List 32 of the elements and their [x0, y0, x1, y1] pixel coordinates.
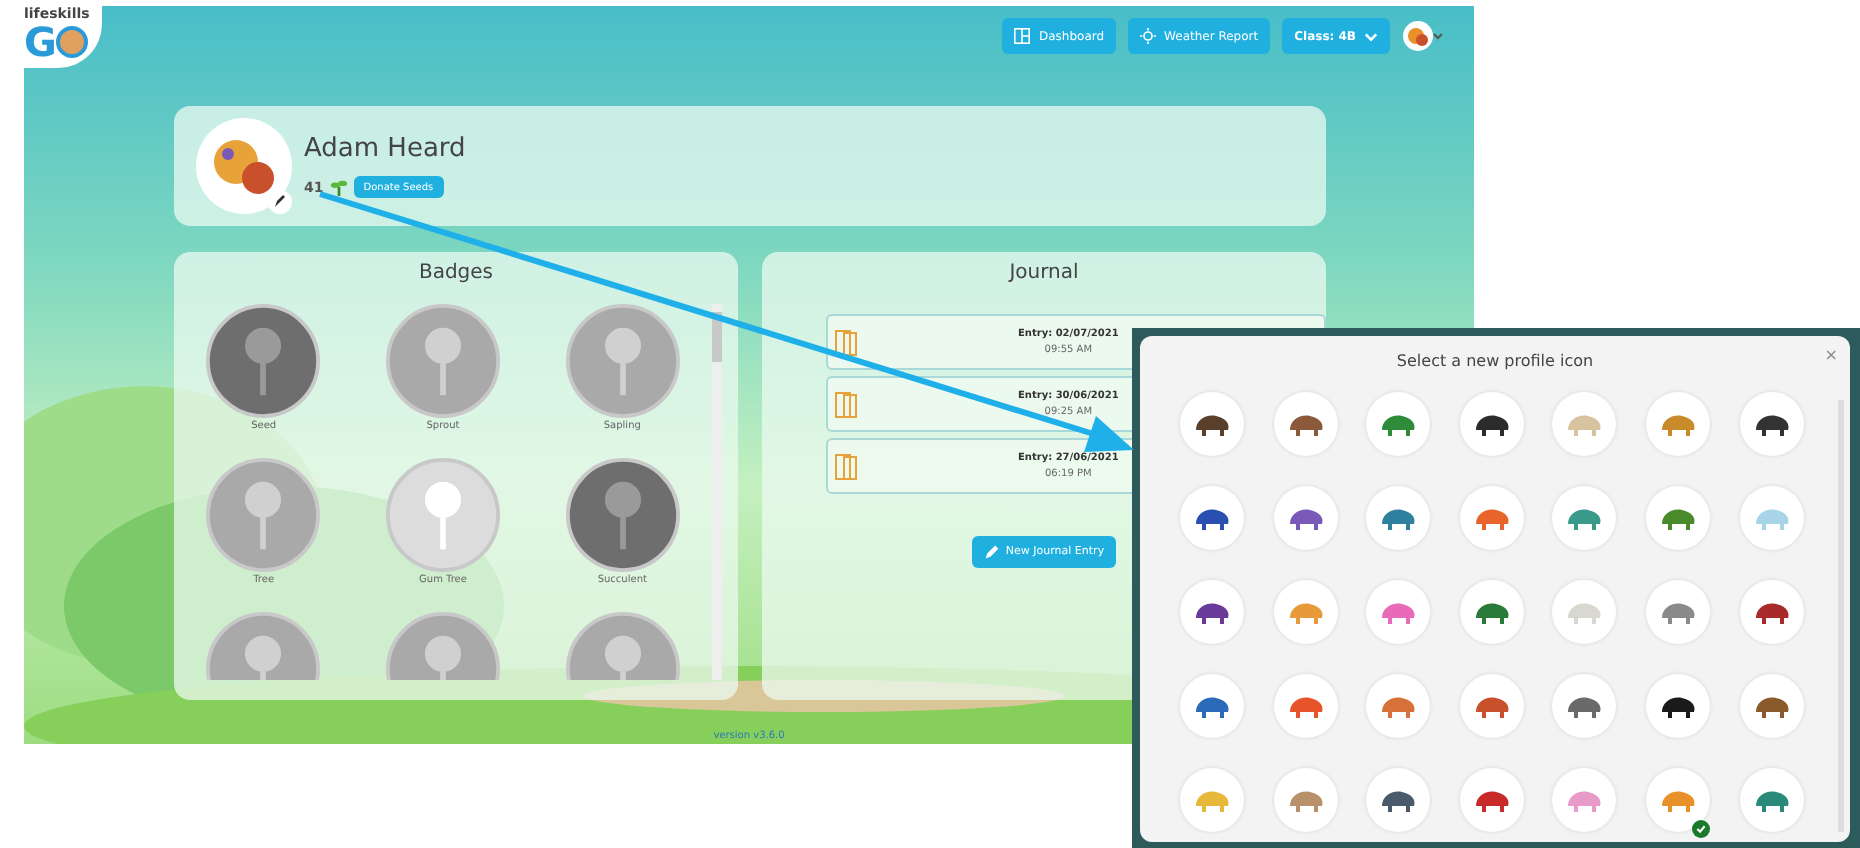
- profile-icon-option[interactable]: [1739, 392, 1804, 456]
- caret-icon: [1364, 31, 1378, 41]
- sprout-icon: [329, 178, 348, 196]
- profile-icon-option[interactable]: [1739, 580, 1804, 644]
- scrollbar[interactable]: [712, 304, 722, 680]
- profile-icon-option[interactable]: [1459, 392, 1524, 456]
- avatar-icon[interactable]: [1402, 20, 1442, 52]
- book-icon: [834, 389, 858, 419]
- profile-icon-option[interactable]: [1366, 768, 1431, 832]
- badge-medal: [206, 458, 321, 572]
- profile-avatar[interactable]: [196, 118, 292, 214]
- dialog-title: Select a new profile icon: [1396, 352, 1594, 374]
- book-icon: [834, 451, 858, 481]
- badge-medal: [565, 458, 680, 572]
- dashboard-icon: [1014, 28, 1031, 44]
- panel-title: Badges: [418, 262, 494, 284]
- pencil-icon[interactable]: [268, 190, 292, 214]
- close-button[interactable]: ×: [1824, 346, 1838, 364]
- logo-letter: G: [24, 22, 57, 62]
- profile-icon-option[interactable]: [1180, 392, 1244, 456]
- badge-medal: [206, 304, 321, 418]
- profile-icon-option[interactable]: [1180, 580, 1244, 644]
- user-name: Adam Heard: [304, 134, 466, 164]
- badge-medal: [385, 304, 500, 418]
- badge-medal: [565, 304, 680, 418]
- panel-title: Journal: [1009, 262, 1079, 284]
- profile-icon-option[interactable]: [1180, 486, 1244, 550]
- sun-icon: [1140, 28, 1157, 44]
- badge-medal: [385, 458, 500, 572]
- pencil-icon: [983, 544, 1000, 560]
- profile-icon-option[interactable]: [1645, 674, 1710, 738]
- book-icon: [834, 327, 858, 357]
